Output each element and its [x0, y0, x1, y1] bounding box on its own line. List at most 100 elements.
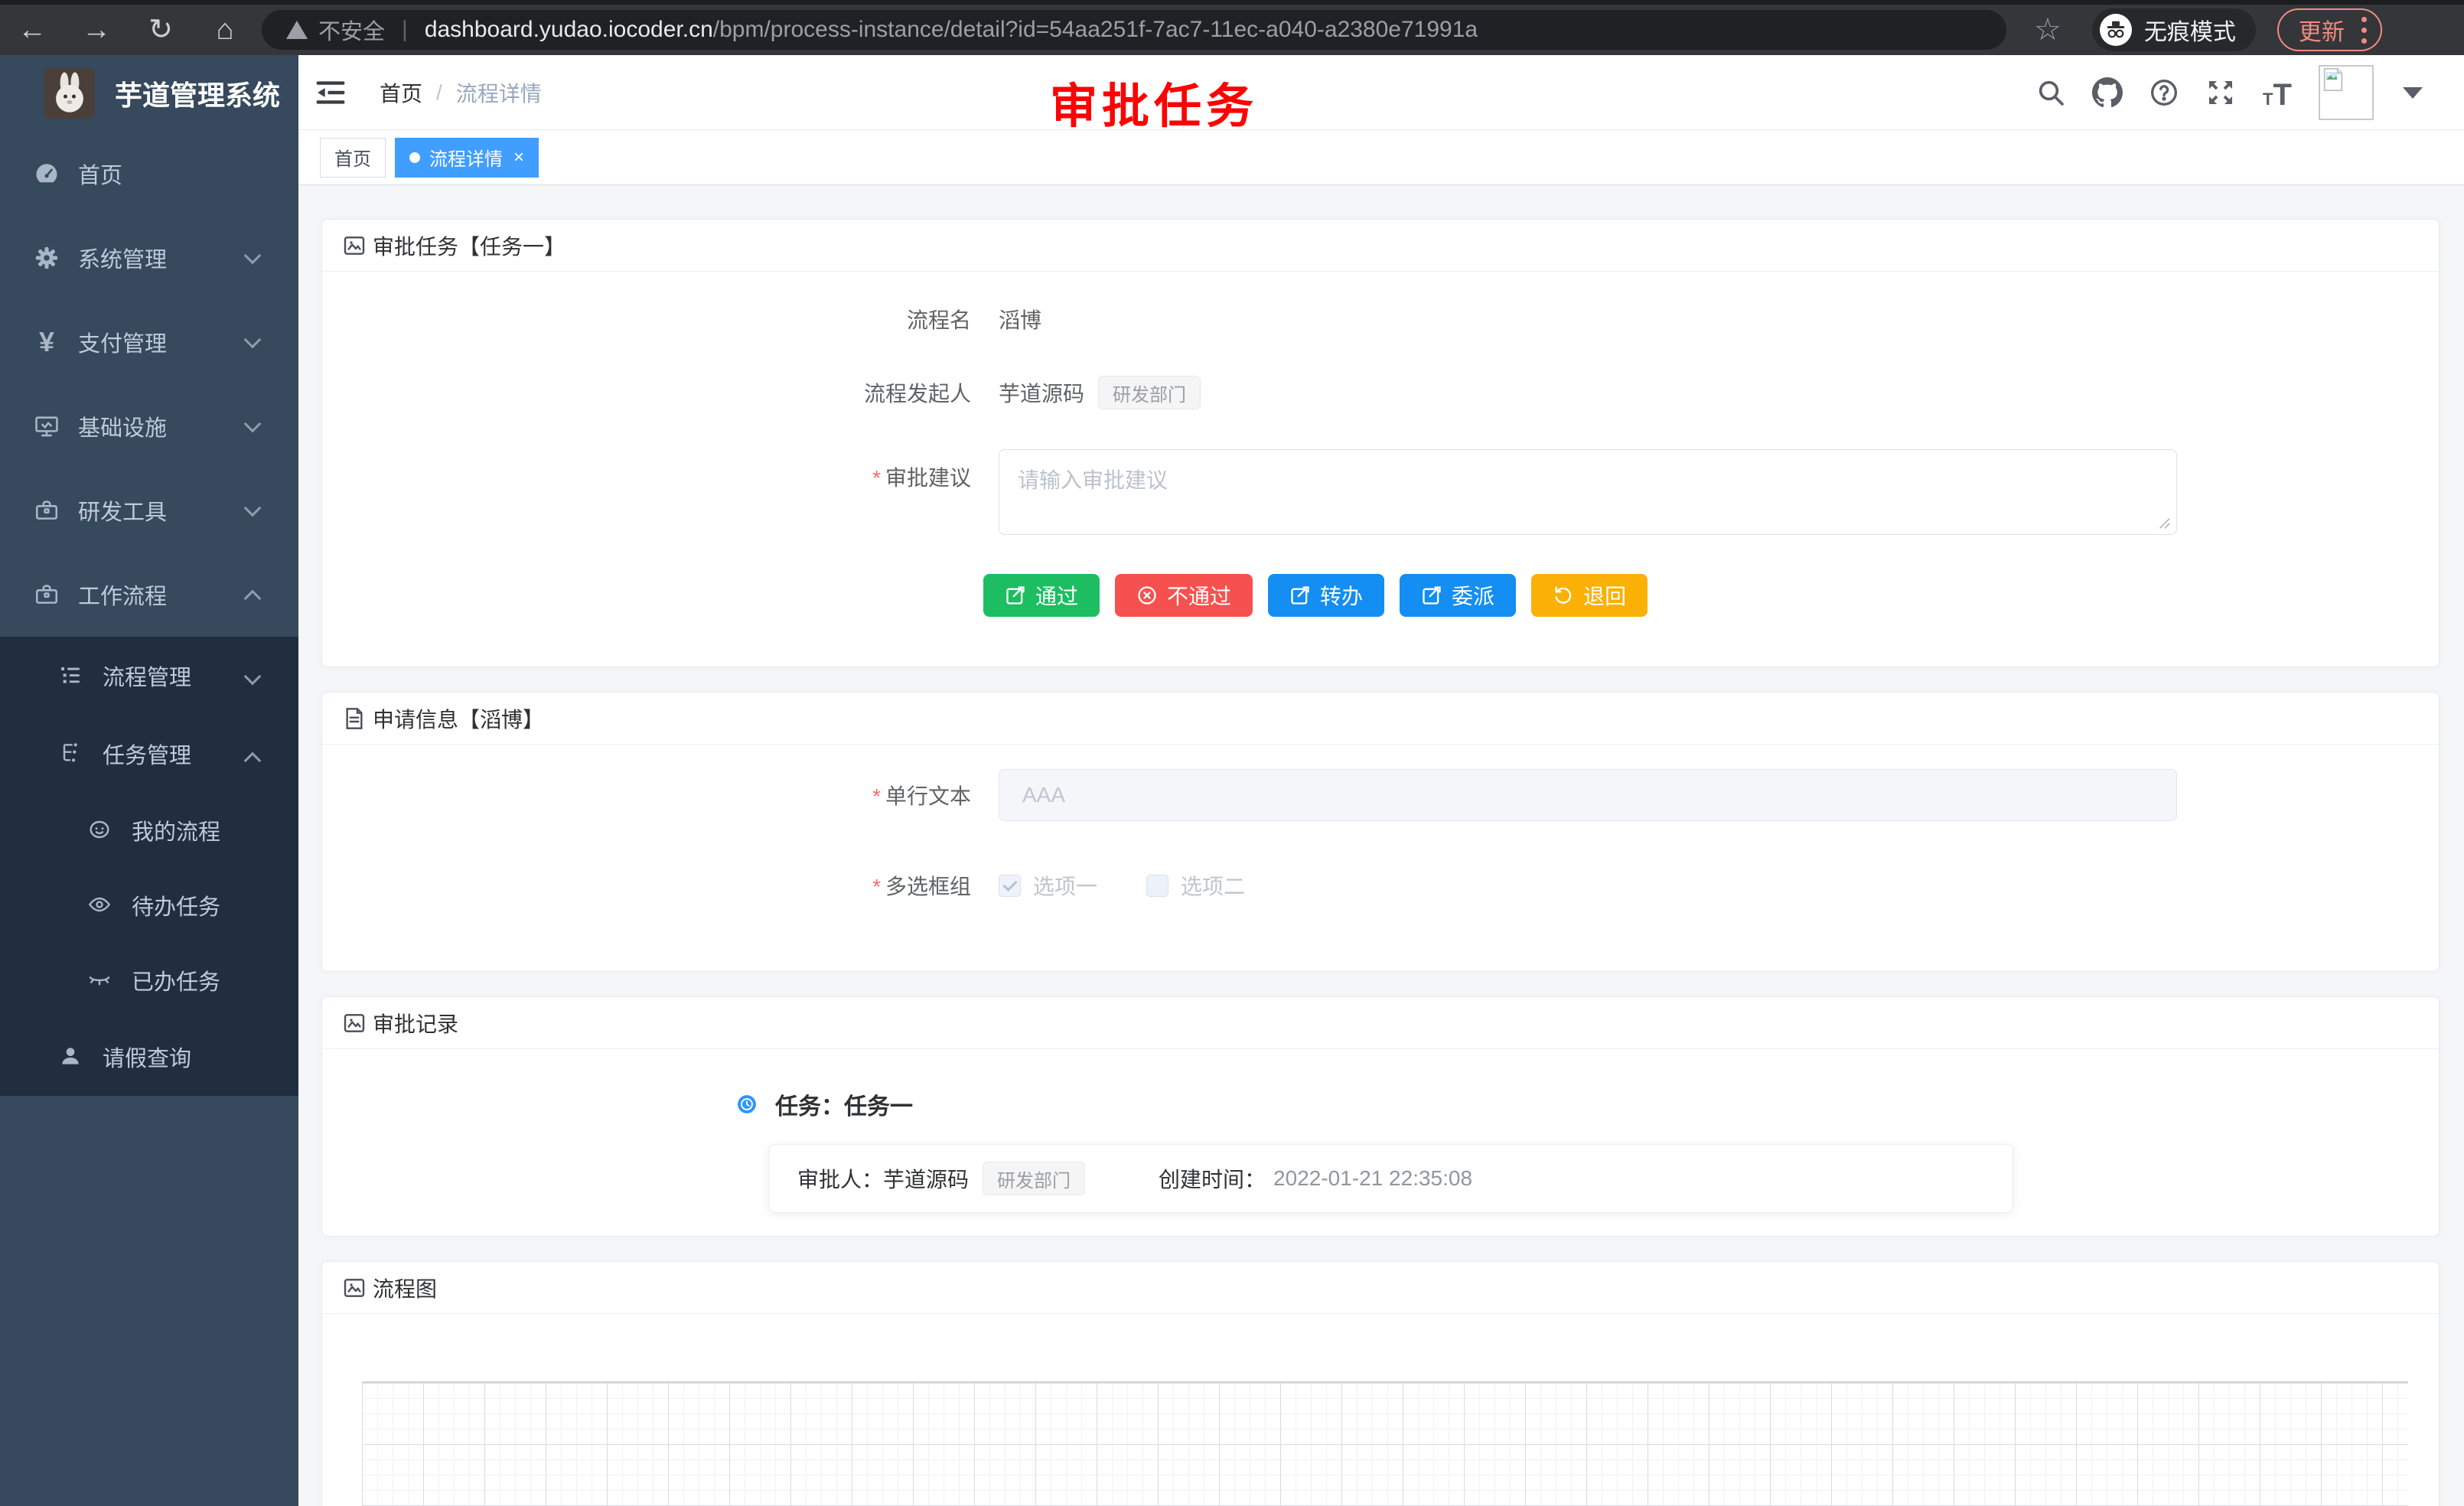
bookmark-star-icon[interactable]: ☆ [2034, 12, 2061, 47]
sidebar-item-workflow[interactable]: 工作流程 [0, 553, 298, 637]
tab-label: 流程详情 [429, 144, 503, 171]
browser-menu-icon[interactable] [2361, 17, 2367, 44]
text-field-row: *单行文本 AAA [322, 769, 2439, 821]
resize-grip-icon[interactable] [2157, 516, 2171, 530]
sidebar-item-my-process[interactable]: 我的流程 [0, 793, 298, 868]
approve-button[interactable]: 通过 [983, 574, 1100, 617]
app-logo-row[interactable]: 芋道管理系统 [0, 55, 298, 132]
url-domain: dashboard.yudao.iocoder.cn [425, 17, 713, 43]
return-button[interactable]: 退回 [1531, 574, 1648, 617]
avatar[interactable] [2319, 65, 2374, 120]
github-icon[interactable] [2092, 77, 2123, 108]
comment-textarea[interactable] [999, 449, 2177, 535]
button-label: 不通过 [1167, 580, 1231, 611]
breadcrumb-current: 流程详情 [456, 77, 542, 108]
breadcrumb-home[interactable]: 首页 [380, 77, 422, 108]
field-label: *审批建议 [322, 449, 971, 492]
url-separator: | [402, 17, 408, 43]
process-name-row: 流程名 滔博 [322, 304, 2439, 334]
active-dot [409, 152, 420, 163]
button-label: 退回 [1583, 580, 1626, 611]
checkbox-option-1: 选项一 [999, 870, 1097, 901]
delegate-button[interactable]: 委派 [1400, 574, 1516, 617]
sidebar-item-devtools[interactable]: 研发工具 [0, 468, 298, 553]
diagram-card-header: 流程图 [322, 1262, 2439, 1314]
chevron-down-icon [244, 416, 262, 433]
button-label: 委派 [1452, 580, 1494, 611]
eye-closed-icon [87, 967, 113, 993]
sidebar-item-leave-query[interactable]: 请假查询 [0, 1018, 298, 1096]
app-window: 芋道管理系统 首页 系统管理 ¥ 支付管理 基础设施 [0, 55, 2464, 1506]
toolbox-icon [34, 497, 60, 523]
fullscreen-icon[interactable] [2205, 77, 2236, 108]
update-button[interactable]: 更新 [2277, 8, 2382, 51]
security-warning-icon [286, 21, 308, 39]
checkbox-group: 选项一 选项二 [999, 870, 1245, 901]
button-label: 转办 [1320, 580, 1363, 611]
sidebar-item-label: 支付管理 [78, 326, 167, 358]
record-card-body: 任务：任务一 审批人： 芋道源码 研发部门 创建时间： 2022-01-21 2… [322, 1049, 2439, 1213]
sidebar-item-label: 首页 [78, 158, 122, 190]
sidebar-item-infra[interactable]: 基础设施 [0, 384, 298, 468]
initiator-value-wrap: 芋道源码 研发部门 [999, 376, 1201, 409]
url-bar[interactable]: 不安全 | dashboard.yudao.iocoder.cn/bpm/pro… [262, 10, 2006, 50]
search-icon[interactable] [2035, 77, 2066, 108]
yen-icon: ¥ [34, 329, 60, 355]
sidebar-item-label: 研发工具 [78, 494, 167, 526]
single-line-input: AAA [999, 769, 2177, 821]
bpmn-canvas[interactable] [362, 1381, 2408, 1506]
user-icon [58, 1044, 84, 1070]
breadcrumb-separator: / [436, 80, 442, 105]
picture-icon [342, 1011, 367, 1035]
sidebar-item-process-mgmt[interactable]: 流程管理 [0, 637, 298, 715]
sidebar-item-todo-tasks[interactable]: 待办任务 [0, 868, 298, 943]
approval-record-card: 审批记录 任务：任务一 审批人： 芋道源码 研发部门 创建时间： 202 [321, 996, 2440, 1237]
caret-down-icon[interactable] [2403, 87, 2423, 99]
url-path: /bpm/process-instance/detail?id=54aa251f… [713, 17, 1478, 43]
sidebar-item-home[interactable]: 首页 [0, 132, 298, 216]
main-area: 首页 / 流程详情 审批任务 TT [298, 55, 2464, 1506]
tab-process-detail[interactable]: 流程详情 × [395, 138, 539, 178]
document-icon [342, 706, 367, 731]
approval-task-card: 审批任务【任务一】 流程名 滔博 流程发起人 芋道源码 研发部门 [321, 219, 2440, 667]
font-size-icon[interactable]: TT [2262, 77, 2293, 108]
home-icon[interactable]: ⌂ [193, 15, 257, 44]
comment-textarea-wrap [999, 449, 2177, 539]
help-icon[interactable] [2149, 77, 2179, 108]
apply-card-header: 申请信息【滔博】 [322, 693, 2439, 745]
tab-home[interactable]: 首页 [320, 138, 386, 178]
picture-icon [342, 1276, 367, 1300]
card-title: 审批记录 [373, 1008, 458, 1038]
dept-tag: 研发部门 [983, 1162, 1085, 1195]
sidebar-item-label: 基础设施 [78, 410, 167, 442]
back-icon[interactable]: ← [0, 15, 64, 44]
timeline-node: 任务：任务一 [322, 1087, 2439, 1121]
forward-icon[interactable]: → [64, 15, 129, 44]
sidebar-fold-icon[interactable] [314, 76, 347, 109]
process-diagram-card: 流程图 [321, 1261, 2440, 1506]
reject-button[interactable]: 不通过 [1115, 574, 1253, 617]
card-title: 审批任务【任务一】 [373, 230, 565, 261]
sidebar-item-done-tasks[interactable]: 已办任务 [0, 943, 298, 1018]
face-icon [87, 817, 113, 843]
page-content: 审批任务【任务一】 流程名 滔博 流程发起人 芋道源码 研发部门 [298, 185, 2464, 1506]
tab-close-icon[interactable]: × [513, 148, 524, 167]
transfer-button[interactable]: 转办 [1268, 574, 1384, 617]
approver-label: 审批人： [797, 1163, 883, 1194]
field-label: *单行文本 [322, 780, 971, 810]
approval-actions: 通过 不通过 转办 委派 [322, 574, 2439, 617]
chevron-down-icon [244, 500, 262, 517]
sidebar-item-task-mgmt[interactable]: 任务管理 [0, 715, 298, 793]
reload-icon[interactable]: ↻ [129, 15, 193, 44]
chevron-down-icon [244, 668, 262, 686]
sidebar-item-payment[interactable]: ¥ 支付管理 [0, 300, 298, 384]
clock-icon [737, 1094, 757, 1114]
required-asterisk: * [872, 784, 881, 808]
initiator-row: 流程发起人 芋道源码 研发部门 [322, 376, 2439, 409]
update-label: 更新 [2299, 13, 2345, 47]
checkbox-unchecked-icon [1146, 875, 1168, 897]
sidebar-item-system[interactable]: 系统管理 [0, 216, 298, 300]
sidebar-item-label: 工作流程 [78, 579, 167, 611]
approval-card-body: 流程名 滔博 流程发起人 芋道源码 研发部门 *审批建议 [322, 272, 2439, 617]
incognito-label: 无痕模式 [2144, 13, 2236, 47]
